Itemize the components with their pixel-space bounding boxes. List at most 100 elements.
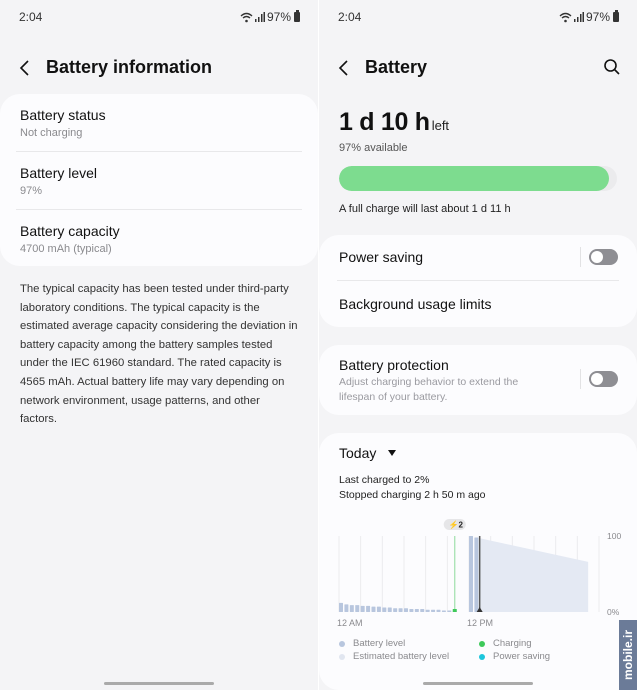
battery-percent: 97% <box>585 10 610 24</box>
status-time: 2:04 <box>19 10 43 24</box>
battery-level-bar <box>469 536 473 612</box>
battery-icon <box>294 10 300 22</box>
capacity-description: The typical capacity has been tested und… <box>20 283 298 426</box>
wifi-icon <box>240 12 253 22</box>
page-title: Battery <box>365 57 428 77</box>
row-divider <box>337 280 619 281</box>
battery-level-bar <box>344 604 349 612</box>
toggle-divider <box>580 247 581 267</box>
battery-capacity-title: Battery capacity <box>20 223 120 239</box>
battery-level-bar <box>474 537 479 612</box>
legend-battery-level: Battery level <box>339 638 405 649</box>
back-icon[interactable] <box>18 58 32 78</box>
battery-level-bar <box>339 602 343 612</box>
battery-level-bar <box>393 608 398 612</box>
legend-dot <box>479 653 485 660</box>
legend-label: Battery level <box>353 638 406 649</box>
x-tick-label: 12 AM <box>337 618 363 628</box>
dropdown-arrow-icon <box>388 450 397 456</box>
wifi-icon <box>559 12 572 22</box>
battery-capacity-value: 4700 mAh (typical) <box>20 243 112 255</box>
battery-protection-toggle[interactable] <box>589 371 618 387</box>
battery-level-bar <box>376 606 381 612</box>
stopped-charging: Stopped charging 2 h 50 m ago <box>339 489 486 501</box>
legend-power-saving: Power saving <box>479 651 550 662</box>
status-bar: 2:04 97% <box>338 10 619 26</box>
charge-badge-label: ⚡2 <box>449 520 464 530</box>
battery-level-bar <box>404 608 408 612</box>
background-usage-limits[interactable]: Background usage limits <box>339 296 492 312</box>
app-bar: Battery <box>319 54 637 82</box>
battery-protection-card: Battery protection Adjust charging behav… <box>319 345 637 415</box>
battery-level-bar <box>425 609 430 612</box>
period-label: Today <box>339 445 377 461</box>
watermark: mobile.ir <box>619 620 637 690</box>
power-saving-toggle[interactable] <box>589 249 618 265</box>
battery-level-bar <box>349 605 354 612</box>
y-tick-label: 100 <box>607 531 621 541</box>
battery-protection-label[interactable]: Battery protection <box>339 357 449 373</box>
legend-estimated-level: Estimated battery level <box>339 651 449 662</box>
legend-charging: Charging <box>479 638 532 649</box>
battery-capacity-row[interactable]: Battery capacity 4700 mAh (typical) <box>20 223 302 255</box>
battery-protection-description: Adjust charging behavior to extend the l… <box>339 376 519 403</box>
battery-percent: 97% <box>266 10 291 24</box>
search-icon[interactable] <box>603 58 621 76</box>
page-title: Battery information <box>46 57 213 77</box>
signal-icon <box>573 12 584 22</box>
last-charged: Last charged to 2% <box>339 474 430 486</box>
battery-level-title: Battery level <box>20 165 98 181</box>
toggle-knob <box>591 251 603 263</box>
legend-dot <box>339 640 345 647</box>
battery-level-bar <box>339 166 617 191</box>
toggle-divider <box>580 369 581 389</box>
status-bar: 2:04 97% <box>19 10 300 26</box>
battery-usage-card: Today Last charged to 2% Stopped chargin… <box>319 433 637 690</box>
app-bar: Battery information <box>0 54 318 82</box>
x-tick-label: 12 PM <box>467 618 493 628</box>
battery-level-bar <box>431 609 436 612</box>
status-time: 2:04 <box>338 10 362 24</box>
power-settings-card: Power saving Background usage limits <box>319 235 637 327</box>
legend-label: Charging <box>493 638 532 649</box>
battery-level-bar <box>382 607 387 612</box>
battery-level-row[interactable]: Battery level 97% <box>20 165 302 197</box>
battery-icon <box>613 10 619 22</box>
period-dropdown[interactable]: Today <box>339 445 397 461</box>
home-indicator[interactable] <box>104 682 214 685</box>
home-indicator[interactable] <box>423 682 533 685</box>
toggle-knob <box>591 373 603 385</box>
battery-level-bar <box>398 608 403 612</box>
time-left-value: 1 d 10 h <box>339 108 430 136</box>
legend-label: Power saving <box>493 651 551 662</box>
battery-level-bar <box>387 607 392 612</box>
battery-level-bar <box>409 608 414 612</box>
battery-level-bar <box>360 605 365 612</box>
full-charge-estimate: A full charge will last about 1 d 11 h <box>339 203 511 215</box>
battery-information-screen: 2:04 97% Battery information Battery sta… <box>0 0 318 690</box>
battery-level-fill <box>339 166 609 191</box>
battery-usage-chart[interactable]: ⚡2 12 AM 12 PM 100 0% <box>337 519 637 639</box>
battery-level-bar <box>355 605 360 612</box>
battery-level-bar <box>447 610 452 612</box>
chart-legend: Battery level Estimated battery level Ch… <box>339 638 637 668</box>
battery-level-value: 97% <box>20 185 43 197</box>
battery-status-value: Not charging <box>20 127 83 139</box>
battery-status-row[interactable]: Battery status Not charging <box>20 107 302 139</box>
row-divider <box>16 151 302 152</box>
battery-status-title: Battery status <box>20 107 106 123</box>
battery-info-card: Battery status Not charging Battery leve… <box>0 94 318 266</box>
legend-dot <box>339 653 345 660</box>
battery-screen: 2:04 97% Battery 1 d 10 h left 97% availa… <box>319 0 637 690</box>
y-tick-label: 0% <box>607 607 620 617</box>
legend-dot <box>479 640 485 647</box>
charging-marker <box>452 609 457 612</box>
battery-level-bar <box>371 606 376 612</box>
power-saving-label[interactable]: Power saving <box>339 249 423 265</box>
available-percent: 97% available <box>339 142 408 154</box>
battery-level-bar <box>414 608 419 612</box>
battery-level-bar <box>436 609 441 612</box>
time-left: 1 d 10 h left <box>339 108 449 137</box>
back-icon[interactable] <box>337 58 351 78</box>
row-divider <box>16 209 302 210</box>
